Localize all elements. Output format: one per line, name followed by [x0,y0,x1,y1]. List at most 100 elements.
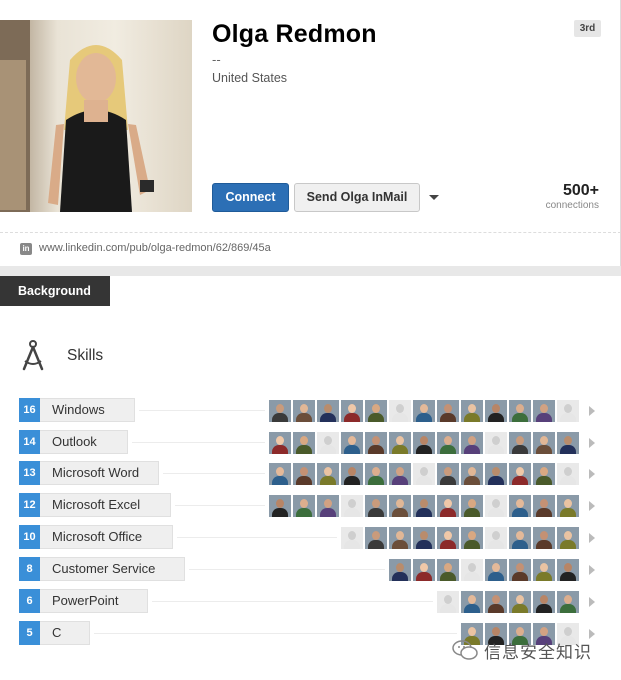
endorser-avatar[interactable] [461,527,483,549]
endorser-avatar[interactable] [485,495,507,517]
endorser-avatar[interactable] [485,527,507,549]
endorser-avatar[interactable] [485,400,507,422]
endorser-avatar[interactable] [533,527,555,549]
endorsement-count-badge[interactable]: 16 [19,398,40,422]
endorser-avatar[interactable] [269,400,291,422]
endorser-avatar[interactable] [485,559,507,581]
skill-name[interactable]: C [40,621,90,645]
endorser-avatar[interactable] [413,463,435,485]
connect-button[interactable]: Connect [212,183,289,212]
skill-name[interactable]: Outlook [40,430,128,454]
chevron-right-icon[interactable] [589,469,595,479]
send-inmail-button[interactable]: Send Olga InMail [294,183,420,212]
endorser-avatar[interactable] [533,463,555,485]
endorser-avatar[interactable] [557,495,579,517]
chevron-right-icon[interactable] [589,597,595,607]
endorser-avatar[interactable] [557,400,579,422]
skill-name[interactable]: PowerPoint [40,589,148,613]
endorser-avatar[interactable] [533,495,555,517]
endorser-avatar[interactable] [437,591,459,613]
endorser-avatar[interactable] [389,559,411,581]
endorser-avatar[interactable] [461,559,483,581]
endorser-avatar[interactable] [341,527,363,549]
chevron-right-icon[interactable] [589,533,595,543]
endorser-avatar[interactable] [317,400,339,422]
endorser-avatar[interactable] [413,559,435,581]
endorser-avatar[interactable] [317,432,339,454]
endorser-avatar[interactable] [389,463,411,485]
endorser-avatar[interactable] [413,495,435,517]
endorser-avatar[interactable] [365,463,387,485]
endorser-avatar[interactable] [341,495,363,517]
endorsement-count-badge[interactable]: 13 [19,461,40,485]
endorser-avatar[interactable] [485,432,507,454]
profile-photo[interactable] [0,20,192,212]
endorser-avatar[interactable] [365,400,387,422]
endorser-avatar[interactable] [341,400,363,422]
endorser-avatar[interactable] [317,463,339,485]
endorser-avatar[interactable] [533,591,555,613]
skill-name[interactable]: Microsoft Office [40,525,173,549]
endorser-avatar[interactable] [437,559,459,581]
endorser-avatar[interactable] [341,432,363,454]
endorsement-count-badge[interactable]: 5 [19,621,40,645]
endorser-avatar[interactable] [269,495,291,517]
chevron-right-icon[interactable] [589,438,595,448]
skill-name[interactable]: Windows [40,398,135,422]
endorser-avatar[interactable] [413,400,435,422]
chevron-right-icon[interactable] [589,565,595,575]
endorser-avatar[interactable] [413,527,435,549]
endorser-avatar[interactable] [413,432,435,454]
skill-name[interactable]: Microsoft Word [40,461,159,485]
endorser-avatar[interactable] [509,400,531,422]
endorser-avatar[interactable] [533,432,555,454]
endorser-avatar[interactable] [437,400,459,422]
endorsement-count-badge[interactable]: 6 [19,589,40,613]
endorser-avatar[interactable] [437,463,459,485]
endorser-avatar[interactable] [509,527,531,549]
skill-name[interactable]: Customer Service [40,557,185,581]
endorser-avatar[interactable] [293,463,315,485]
endorser-avatar[interactable] [557,432,579,454]
background-tab[interactable]: Background [0,276,110,306]
endorser-avatar[interactable] [389,400,411,422]
endorser-avatar[interactable] [389,495,411,517]
endorser-avatar[interactable] [365,527,387,549]
endorser-avatar[interactable] [557,591,579,613]
endorser-avatar[interactable] [509,559,531,581]
endorser-avatar[interactable] [509,591,531,613]
endorser-avatar[interactable] [437,432,459,454]
endorser-avatar[interactable] [557,559,579,581]
endorser-avatar[interactable] [557,527,579,549]
endorser-avatar[interactable] [533,559,555,581]
skill-name[interactable]: Microsoft Excel [40,493,171,517]
endorser-avatar[interactable] [509,463,531,485]
endorser-avatar[interactable] [269,463,291,485]
endorser-avatar[interactable] [485,463,507,485]
endorser-avatar[interactable] [341,463,363,485]
endorser-avatar[interactable] [317,495,339,517]
endorser-avatar[interactable] [293,400,315,422]
endorsement-count-badge[interactable]: 10 [19,525,40,549]
endorser-avatar[interactable] [461,463,483,485]
endorser-avatar[interactable] [557,463,579,485]
endorser-avatar[interactable] [389,432,411,454]
endorser-avatar[interactable] [365,495,387,517]
endorser-avatar[interactable] [293,495,315,517]
endorsement-count-badge[interactable]: 8 [19,557,40,581]
public-profile-url[interactable]: www.linkedin.com/pub/olga-redmon/62/869/… [39,242,271,254]
endorser-avatar[interactable] [437,527,459,549]
endorser-avatar[interactable] [365,432,387,454]
endorser-avatar[interactable] [461,591,483,613]
more-actions-caret-icon[interactable] [429,195,439,200]
endorser-avatar[interactable] [437,495,459,517]
chevron-right-icon[interactable] [589,501,595,511]
endorser-avatar[interactable] [293,432,315,454]
endorser-avatar[interactable] [485,591,507,613]
endorser-avatar[interactable] [509,495,531,517]
endorser-avatar[interactable] [389,527,411,549]
endorser-avatar[interactable] [509,432,531,454]
chevron-right-icon[interactable] [589,406,595,416]
endorser-avatar[interactable] [461,495,483,517]
endorsement-count-badge[interactable]: 12 [19,493,40,517]
